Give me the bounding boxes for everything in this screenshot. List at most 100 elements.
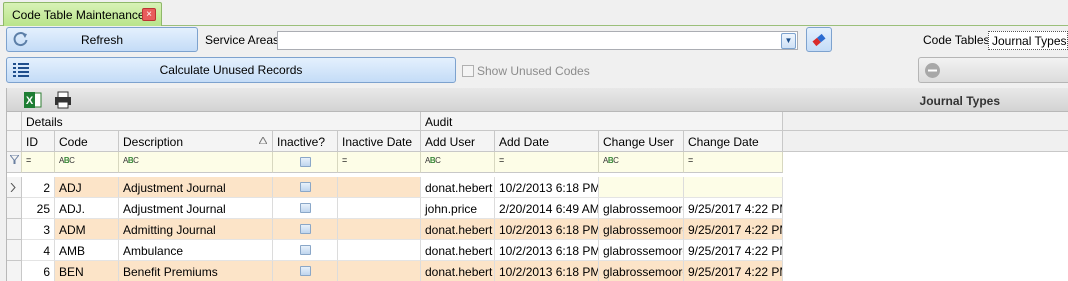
row-selector[interactable] [7, 177, 22, 198]
cell-id: 3 [22, 219, 55, 240]
cell-inactive[interactable] [273, 261, 338, 281]
checkbox-icon [300, 266, 311, 276]
cell-id: 2 [22, 177, 55, 198]
journal-types-grid: X Journal Types Details Audit ID Code De… [6, 88, 1068, 281]
checkbox-icon [300, 224, 311, 234]
row-selector[interactable] [7, 198, 22, 219]
filter-inactive-date[interactable]: = [338, 152, 421, 173]
column-header-inactive[interactable]: Inactive? [273, 131, 338, 152]
refresh-icon [13, 32, 28, 47]
cell-id: 25 [22, 198, 55, 219]
cell-id: 4 [22, 240, 55, 261]
cell-add-date: 2/20/2014 6:49 AM [495, 198, 599, 219]
cell-add-date: 10/2/2013 6:18 PM [495, 177, 599, 198]
column-header-change-date[interactable]: Change Date [684, 131, 783, 152]
svg-text:X: X [26, 95, 34, 107]
filter-operator-contains: ABC [603, 156, 619, 165]
show-unused-checkbox[interactable] [462, 65, 474, 77]
column-header-description[interactable]: Description [119, 131, 273, 152]
filter-change-user[interactable]: ABC [599, 152, 684, 173]
cell-inactive[interactable] [273, 219, 338, 240]
grid-toolbar: X Journal Types [7, 88, 1068, 112]
column-header-id[interactable]: ID [22, 131, 55, 152]
grid-title: Journal Types [919, 94, 1000, 108]
column-header-inactive-date[interactable]: Inactive Date [338, 131, 421, 152]
cell-change-date: 9/25/2017 4:22 PM [684, 240, 783, 261]
cell-inactive[interactable] [273, 198, 338, 219]
close-icon[interactable]: × [142, 8, 156, 21]
cell-description: Admitting Journal [119, 219, 273, 240]
cell-inactive-date [338, 198, 421, 219]
checkbox-icon [300, 245, 311, 255]
cell-change-user: glabrossemoore [599, 219, 684, 240]
cell-add-user: donat.hebert [421, 219, 495, 240]
cell-inactive[interactable] [273, 177, 338, 198]
cell-change-date: 9/25/2017 4:22 PM [684, 198, 783, 219]
cell-change-date: 9/25/2017 4:22 PM [684, 219, 783, 240]
cell-change-user: glabrossemoore [599, 261, 684, 281]
service-areas-combo[interactable]: ▼ [277, 31, 798, 50]
filter-operator-equals: = [26, 155, 32, 165]
show-unused-label: Show Unused Codes [477, 64, 590, 78]
cell-id: 6 [22, 261, 55, 281]
calculate-unused-records-button[interactable]: Calculate Unused Records [6, 57, 456, 83]
column-header-add-date[interactable]: Add Date [495, 131, 599, 152]
cell-change-date [684, 177, 783, 198]
filter-row-selector [7, 152, 22, 173]
refresh-label: Refresh [80, 32, 124, 47]
checkbox-icon [300, 182, 311, 192]
cell-inactive[interactable] [273, 240, 338, 261]
excel-icon[interactable]: X [23, 90, 43, 110]
minus-circle-icon [925, 63, 940, 78]
cell-code: ADJ. [55, 198, 119, 219]
column-header-code[interactable]: Code [55, 131, 119, 152]
cell-description: Adjustment Journal [119, 177, 273, 198]
cell-code: AMB [55, 240, 119, 261]
cell-change-date: 9/25/2017 4:22 PM [684, 261, 783, 281]
filter-operator-equals: = [688, 155, 694, 165]
band-empty [783, 112, 1068, 131]
row-selector[interactable] [7, 261, 22, 281]
cell-description: Ambulance [119, 240, 273, 261]
filter-add-date[interactable]: = [495, 152, 599, 173]
print-icon[interactable] [53, 90, 73, 110]
filter-inactive[interactable] [273, 152, 338, 173]
cell-add-user: john.price [421, 198, 495, 219]
chevron-down-icon[interactable]: ▼ [781, 33, 796, 49]
column-header-add-user[interactable]: Add User [421, 131, 495, 152]
column-header-change-user[interactable]: Change User [599, 131, 684, 152]
remove-button[interactable] [918, 57, 1068, 83]
cell-code: ADM [55, 219, 119, 240]
tab-code-table-maintenance[interactable]: Code Table Maintenance × [3, 2, 162, 26]
checkbox-icon [300, 157, 311, 167]
description-header-label: Description [123, 135, 184, 149]
filter-operator-equals: = [342, 155, 348, 165]
code-tables-combo[interactable]: Journal Types [988, 31, 1068, 50]
current-row-arrow-icon [10, 183, 16, 192]
band-details: Details [22, 112, 421, 131]
sort-ascending-icon [259, 137, 267, 144]
checkbox-icon [300, 203, 311, 213]
filter-add-user[interactable]: ABC [421, 152, 495, 173]
cell-code: BEN [55, 261, 119, 281]
cell-add-user: donat.hebert [421, 261, 495, 281]
tab-strip: Code Table Maintenance × [0, 0, 1068, 26]
row-selector-header [7, 131, 22, 152]
filter-code[interactable]: ABC [55, 152, 119, 173]
cell-change-user [599, 177, 684, 198]
clear-service-areas-button[interactable] [806, 27, 832, 52]
filter-change-date[interactable]: = [684, 152, 783, 173]
cell-add-date: 10/2/2013 6:18 PM [495, 240, 599, 261]
filter-operator-contains: ABC [123, 156, 139, 165]
calculate-label: Calculate Unused Records [159, 63, 303, 77]
cell-inactive-date [338, 240, 421, 261]
cell-code: ADJ [55, 177, 119, 198]
filter-icon[interactable] [8, 154, 21, 165]
refresh-button[interactable]: Refresh [6, 27, 198, 52]
filter-id[interactable]: = [22, 152, 55, 173]
cell-add-date: 10/2/2013 6:18 PM [495, 219, 599, 240]
filter-description[interactable]: ABC [119, 152, 273, 173]
row-selector[interactable] [7, 219, 22, 240]
row-selector[interactable] [7, 240, 22, 261]
eraser-icon [812, 33, 826, 46]
